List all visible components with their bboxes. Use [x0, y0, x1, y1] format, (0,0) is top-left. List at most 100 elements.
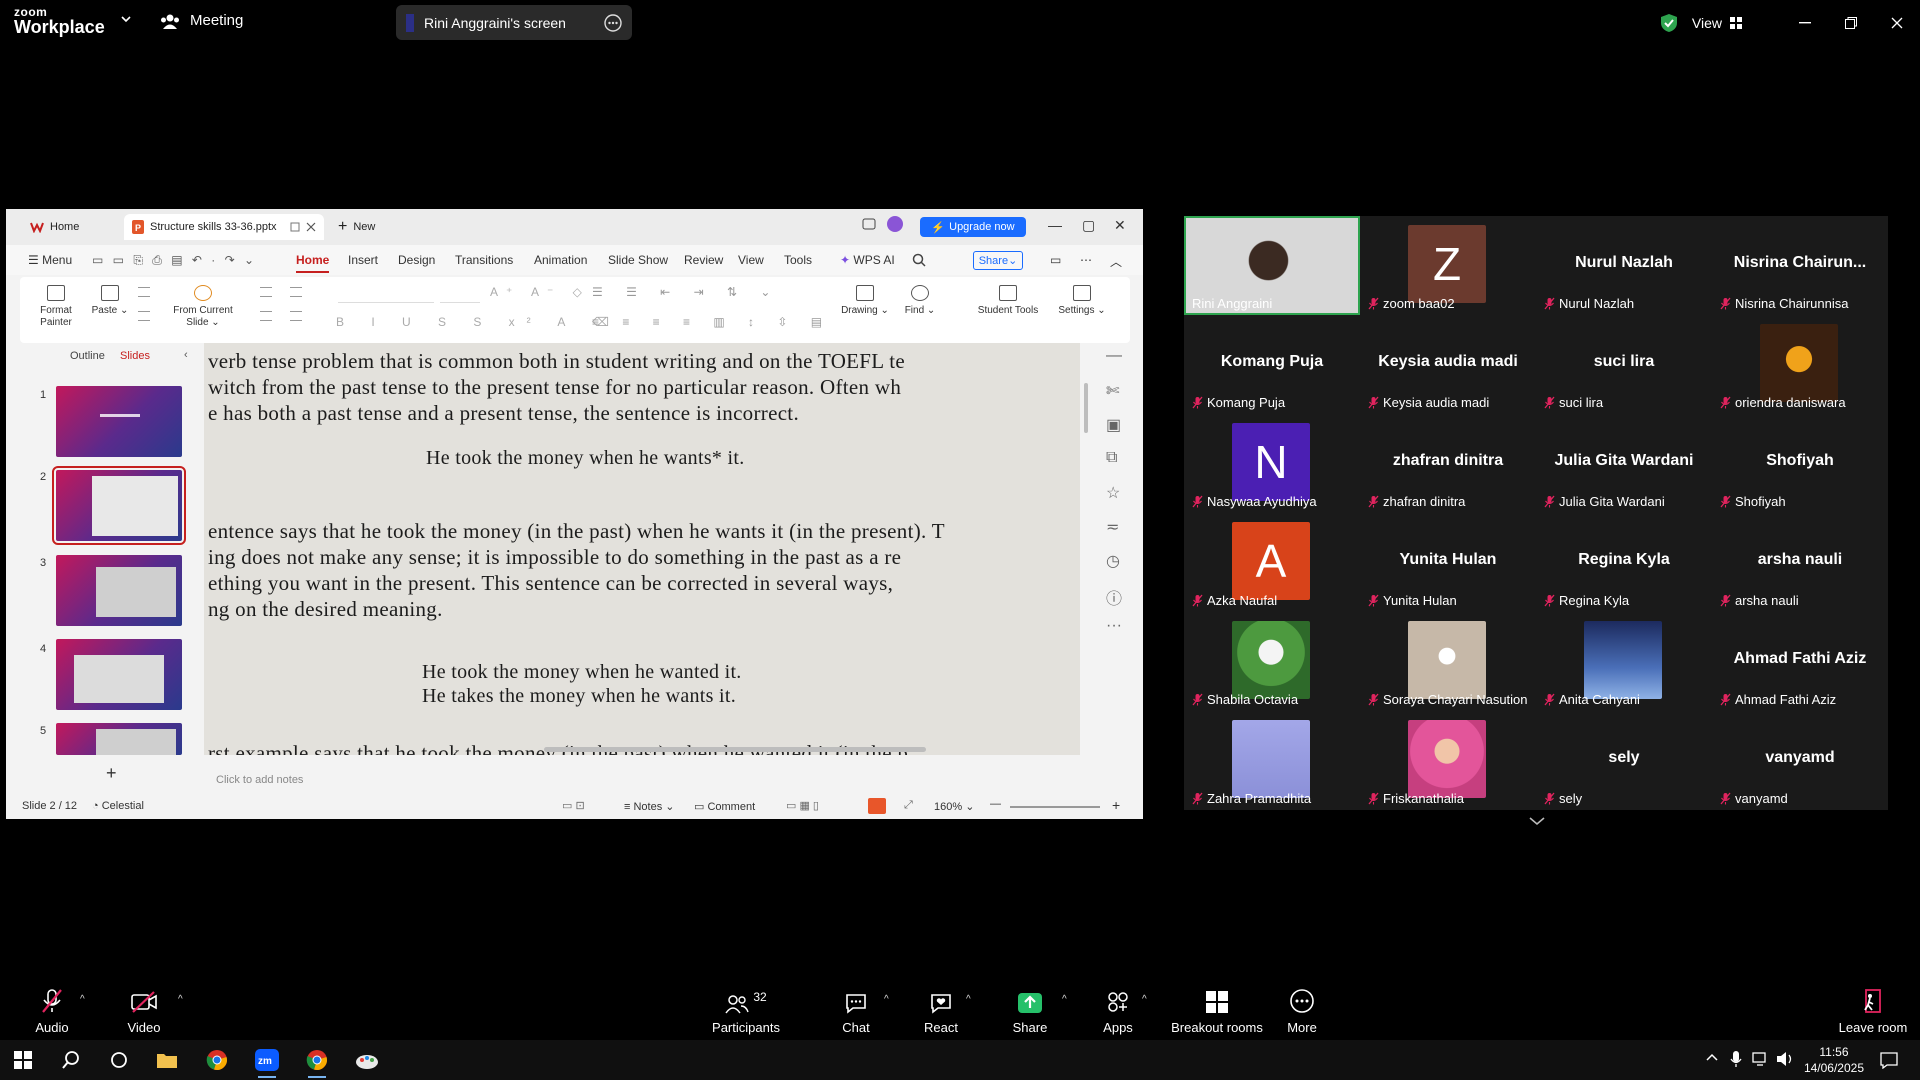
- add-slide-button[interactable]: +: [106, 763, 117, 784]
- list-icons[interactable]: ☰ ☰ ⇤ ⇥ ⇅ ⌄: [592, 285, 780, 299]
- participant-tile[interactable]: Yunita Hulan Yunita Hulan: [1360, 513, 1536, 612]
- participant-tile[interactable]: Komang Puja Komang Puja: [1184, 315, 1360, 414]
- more-options-icon[interactable]: [604, 13, 622, 32]
- shared-screen-window[interactable]: Home P Structure skills 33-36.pptx + New…: [6, 209, 1143, 819]
- zoom-slider[interactable]: [1010, 806, 1100, 808]
- share-screen-button[interactable]: Share: [1004, 988, 1056, 1035]
- breakout-rooms-button[interactable]: Breakout rooms: [1166, 988, 1268, 1035]
- participant-tile[interactable]: Regina Kyla Regina Kyla: [1536, 513, 1712, 612]
- settings-button[interactable]: Settings ⌄: [1056, 285, 1108, 317]
- wps-close-button[interactable]: ✕: [1114, 217, 1126, 234]
- more-icon[interactable]: ⋯: [1080, 253, 1092, 267]
- close-button[interactable]: [1874, 0, 1920, 45]
- collapse-ribbon-icon[interactable]: ︿: [1110, 253, 1122, 270]
- theme-indicator[interactable]: ◔ Celestial: [92, 800, 144, 812]
- find-button[interactable]: Find ⌄: [900, 285, 940, 317]
- search-icon[interactable]: [48, 1040, 94, 1080]
- zoom-in-button[interactable]: +: [1112, 797, 1120, 813]
- more-button[interactable]: More: [1278, 988, 1326, 1035]
- participant-tile[interactable]: Nisrina Chairun... Nisrina Chairunnisa: [1712, 216, 1888, 315]
- comment-icon[interactable]: ▭: [1050, 253, 1061, 267]
- slide-thumbnail[interactable]: [56, 386, 182, 457]
- network-icon[interactable]: [1752, 1052, 1768, 1066]
- chevron-down-icon[interactable]: [120, 14, 132, 24]
- align-icons[interactable]: ≡ ≡ ≡ ≡ ▥ ↕ ⇳ ▤: [592, 315, 832, 329]
- font-size-step-icons[interactable]: A⁺ A⁻ ◇: [490, 285, 590, 299]
- menu-animation[interactable]: Animation: [534, 253, 587, 267]
- history-icon[interactable]: ◷: [1106, 551, 1120, 571]
- slide-thumbnail[interactable]: [56, 723, 182, 755]
- minimize-button[interactable]: [1782, 0, 1828, 45]
- leave-room-button[interactable]: Leave room: [1836, 988, 1910, 1035]
- fit-icon[interactable]: ⤢: [904, 799, 913, 812]
- slide-thumbnail[interactable]: [56, 639, 182, 710]
- screen-share-indicator[interactable]: Rini Anggraini's screen: [396, 5, 632, 40]
- new-tab-button[interactable]: + New: [330, 214, 383, 240]
- react-button[interactable]: React: [916, 988, 966, 1035]
- participants-button[interactable]: 32 Participants: [712, 988, 780, 1035]
- tab-document[interactable]: P Structure skills 33-36.pptx: [124, 214, 324, 240]
- quick-access-icons[interactable]: ▭ ▭ ⎘ ⎙ ▤ ↶ · ↷ ⌄: [92, 253, 257, 268]
- wps-maximize-button[interactable]: ▢: [1082, 217, 1095, 234]
- horizontal-scrollbar[interactable]: [544, 747, 926, 752]
- font-family-select[interactable]: [338, 285, 434, 303]
- participant-tile[interactable]: oriendra daniswara: [1712, 315, 1888, 414]
- menu-transitions[interactable]: Transitions: [455, 253, 513, 267]
- slide-thumbnail[interactable]: [56, 555, 182, 626]
- layout-icon[interactable]: [260, 287, 272, 297]
- participant-tile[interactable]: zhafran dinitra zhafran dinitra: [1360, 414, 1536, 513]
- collapse-panel-icon[interactable]: ‹: [184, 349, 188, 361]
- menu-home[interactable]: Home: [296, 253, 330, 273]
- windows-start-icon[interactable]: [0, 1040, 46, 1080]
- microphone-icon[interactable]: [1730, 1050, 1742, 1068]
- status-icons[interactable]: ▭ ⊡: [562, 799, 585, 812]
- format-painter-button[interactable]: Format Painter: [34, 285, 78, 328]
- participant-tile[interactable]: sely sely: [1536, 711, 1712, 810]
- comment-toggle[interactable]: ▭ Comment: [694, 800, 755, 813]
- participant-tile[interactable]: Nurul Nazlah Nurul Nazlah: [1536, 216, 1712, 315]
- audio-options-caret[interactable]: ^: [80, 994, 85, 1005]
- slides-tab[interactable]: Slides: [120, 350, 150, 362]
- avatar[interactable]: [886, 215, 904, 233]
- sliders-icon[interactable]: ≂: [1106, 517, 1119, 537]
- search-icon[interactable]: [912, 253, 926, 267]
- meeting-menu-button[interactable]: Meeting: [160, 12, 243, 29]
- video-button[interactable]: Video: [120, 988, 168, 1035]
- participant-tile[interactable]: suci lira suci lira: [1536, 315, 1712, 414]
- wps-minimize-button[interactable]: —: [1048, 217, 1062, 233]
- participant-tile[interactable]: Soraya Chayari Nasution: [1360, 612, 1536, 711]
- participant-tile[interactable]: Zzoom baa02: [1360, 216, 1536, 315]
- upgrade-button[interactable]: ⚡ Upgrade now: [920, 217, 1026, 237]
- section-icon[interactable]: [260, 311, 272, 321]
- chat-button[interactable]: Chat: [832, 988, 880, 1035]
- participant-tile[interactable]: A Azka Naufal: [1184, 513, 1360, 612]
- participant-tile[interactable]: Keysia audia madi Keysia audia madi: [1360, 315, 1536, 414]
- menu-review[interactable]: Review: [684, 253, 723, 267]
- font-size-select[interactable]: [440, 285, 480, 303]
- participant-tile[interactable]: Shabila Octavia: [1184, 612, 1360, 711]
- play-slideshow-button[interactable]: [868, 798, 886, 814]
- notes-toggle[interactable]: ≡ Notes ⌄: [624, 800, 675, 813]
- chrome-icon[interactable]: [294, 1040, 340, 1080]
- zoom-taskbar-icon[interactable]: zm: [244, 1040, 290, 1080]
- more-tools-icon[interactable]: ···: [1106, 617, 1122, 635]
- participant-tile[interactable]: Rini Anggraini: [1184, 216, 1360, 315]
- star-icon[interactable]: ☆: [1106, 483, 1120, 503]
- vertical-scrollbar[interactable]: [1081, 343, 1091, 755]
- student-tools-button[interactable]: Student Tools: [974, 285, 1042, 317]
- participant-tile[interactable]: Zahra Pramadhita: [1184, 711, 1360, 810]
- text-format-icons[interactable]: B I U S S x² A ⌫: [336, 315, 621, 329]
- slide-canvas[interactable]: verb tense problem that is common both i…: [204, 343, 1080, 755]
- menu-tools[interactable]: Tools: [784, 253, 812, 267]
- chat-options-caret[interactable]: ^: [884, 994, 889, 1005]
- share-button[interactable]: Share ⌄: [973, 251, 1023, 270]
- participant-tile[interactable]: arsha nauli arsha nauli: [1712, 513, 1888, 612]
- menu-insert[interactable]: Insert: [348, 253, 378, 267]
- zoom-out-button[interactable]: —: [990, 798, 1001, 810]
- notes-area[interactable]: Click to add notes: [204, 769, 1080, 791]
- help-icon[interactable]: ⓘ: [1106, 585, 1122, 609]
- cortana-icon[interactable]: [96, 1040, 142, 1080]
- chevron-down-icon[interactable]: [1528, 816, 1546, 826]
- zoom-level[interactable]: 160% ⌄: [934, 800, 974, 813]
- reset-icon[interactable]: [290, 311, 302, 321]
